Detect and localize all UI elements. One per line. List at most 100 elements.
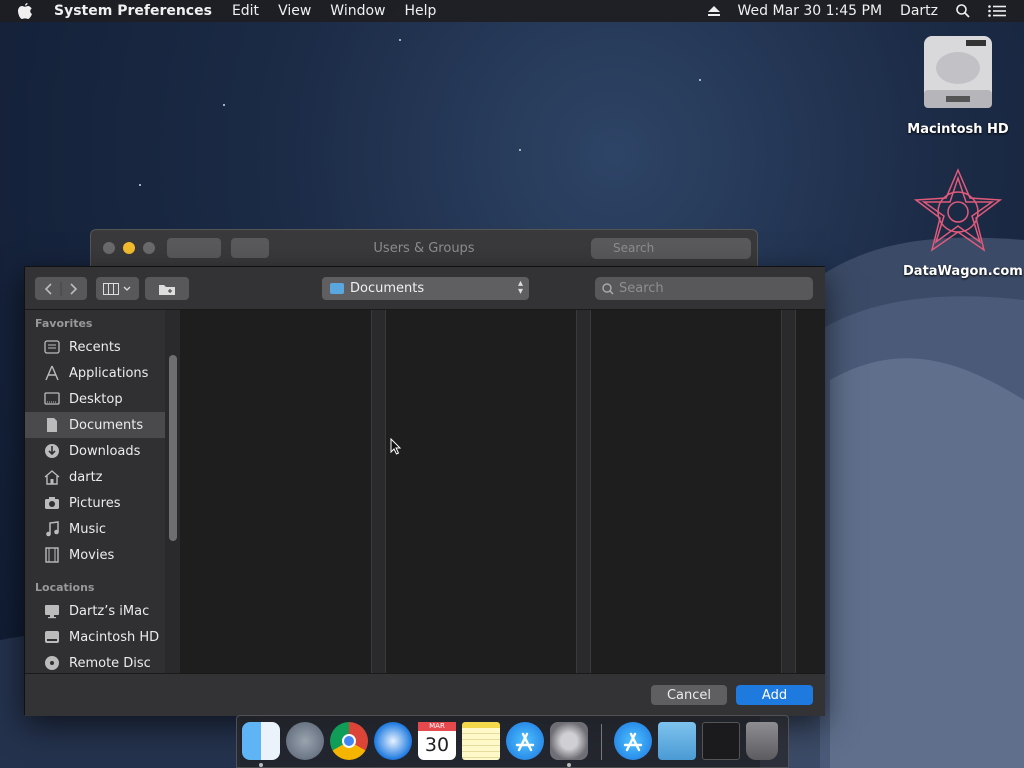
- menu-view[interactable]: View: [278, 3, 311, 19]
- dock-chrome-icon[interactable]: [330, 722, 368, 760]
- sidebar-item-applications[interactable]: Applications: [25, 360, 165, 386]
- sidebar-scrollbar[interactable]: [169, 355, 177, 541]
- cancel-button[interactable]: Cancel: [651, 685, 727, 705]
- download-icon: [43, 442, 61, 460]
- clock[interactable]: Wed Mar 30 1:45 PM: [738, 3, 883, 19]
- back-icon: [44, 282, 52, 295]
- calendar-day: 30: [424, 734, 450, 756]
- home-icon: [43, 468, 61, 486]
- desktop-icon-datawagon[interactable]: DataWagon.com: [903, 168, 1023, 279]
- dock-system-preferences-icon[interactable]: [550, 722, 588, 760]
- sidebar-item-label: Pictures: [69, 495, 121, 511]
- dock-calendar-icon[interactable]: MAR 30: [418, 722, 456, 760]
- spotlight-search-icon[interactable]: [956, 4, 970, 18]
- columns-view-icon: [102, 282, 130, 295]
- user-menu[interactable]: Dartz: [900, 3, 938, 19]
- favorites-header: Favorites: [35, 317, 93, 330]
- column-resize-handle[interactable]: [371, 310, 386, 673]
- desktop-icon-macintosh-hd[interactable]: Macintosh HD: [903, 32, 1013, 137]
- sidebar-item-pictures[interactable]: Pictures: [25, 490, 165, 516]
- datawagon-logo-icon: [913, 168, 1003, 252]
- disk-icon: [43, 628, 61, 646]
- file-column-browser: [180, 310, 825, 673]
- column-resize-handle[interactable]: [576, 310, 591, 673]
- browser-column-4[interactable]: [796, 310, 825, 673]
- dock-app-store-icon[interactable]: [506, 722, 544, 760]
- location-popup[interactable]: Documents ▴ ▾: [322, 277, 529, 300]
- browser-column-3[interactable]: [591, 310, 781, 673]
- add-button[interactable]: Add: [736, 685, 813, 705]
- notification-center-icon[interactable]: [988, 5, 1006, 17]
- open-panel-sheet: Documents ▴ ▾ Search Favorites Recents Ap…: [24, 266, 825, 716]
- dock: MAR 30: [236, 715, 789, 768]
- users-groups-window: Users & Groups Search: [90, 229, 758, 269]
- sidebar-item-dartz[interactable]: dartz: [25, 464, 165, 490]
- apple-menu-icon[interactable]: [18, 3, 38, 19]
- applications-icon: [43, 364, 61, 382]
- forward-icon: [70, 282, 78, 295]
- locations-header: Locations: [35, 581, 95, 594]
- sidebar-item-label: Applications: [69, 365, 149, 381]
- browser-column-2[interactable]: [386, 310, 576, 673]
- desktop-icon-label: DataWagon.com: [903, 264, 1023, 279]
- search-input[interactable]: Search: [595, 277, 813, 300]
- app-menu[interactable]: System Preferences: [54, 3, 212, 19]
- document-icon: [43, 416, 61, 434]
- preferences-search-field[interactable]: Search: [591, 238, 751, 259]
- search-placeholder: Search: [619, 281, 664, 296]
- open-panel-toolbar: Documents ▴ ▾ Search: [25, 267, 825, 310]
- sidebar: Favorites Recents Applications Desktop D…: [25, 310, 180, 673]
- running-indicator: [259, 763, 263, 767]
- browser-column-1[interactable]: [180, 310, 371, 673]
- menu-bar: System Preferences Edit View Window Help…: [0, 0, 1024, 22]
- imac-icon: [43, 602, 61, 620]
- search-icon: [602, 283, 614, 295]
- remote-disc-icon: [43, 654, 61, 672]
- sidebar-item-label: Macintosh HD: [69, 629, 160, 645]
- sidebar-item-label: Downloads: [69, 443, 141, 459]
- back-forward-nav[interactable]: [35, 277, 87, 300]
- sidebar-item-music[interactable]: Music: [25, 516, 165, 542]
- calendar-month: MAR: [418, 722, 456, 731]
- sidebar-item-label: Music: [69, 521, 106, 537]
- dock-finder-icon[interactable]: [242, 722, 280, 760]
- sidebar-item-label: Recents: [69, 339, 121, 355]
- dock-safari-icon[interactable]: [374, 722, 412, 760]
- mouse-cursor-icon: [390, 438, 402, 455]
- dock-app-store-downloads-icon[interactable]: [614, 722, 652, 760]
- running-indicator: [567, 763, 571, 767]
- menu-window[interactable]: Window: [330, 3, 385, 19]
- location-label: Documents: [350, 281, 425, 296]
- sidebar-item-label: Documents: [69, 417, 144, 433]
- sidebar-item-imac[interactable]: Dartz’s iMac: [25, 598, 165, 624]
- dock-trash-icon[interactable]: [746, 722, 778, 760]
- column-resize-handle[interactable]: [781, 310, 796, 673]
- menu-edit[interactable]: Edit: [232, 3, 259, 19]
- sidebar-item-movies[interactable]: Movies: [25, 542, 165, 568]
- sidebar-item-label: Desktop: [69, 391, 123, 407]
- view-mode-button[interactable]: [96, 277, 139, 300]
- eject-icon[interactable]: [707, 6, 720, 16]
- sidebar-item-macintosh-hd[interactable]: Macintosh HD: [25, 624, 165, 650]
- menu-help[interactable]: Help: [405, 3, 437, 19]
- chevron-updown-icon: ▴ ▾: [517, 278, 523, 297]
- desktop-icon-label: Macintosh HD: [907, 122, 1009, 137]
- music-note-icon: [43, 520, 61, 538]
- camera-icon: [43, 494, 61, 512]
- sidebar-item-recents[interactable]: Recents: [25, 334, 165, 360]
- open-panel-footer: Cancel Add: [25, 673, 825, 716]
- new-folder-icon: [159, 284, 175, 295]
- dock-screenshot-icon[interactable]: [702, 722, 740, 760]
- folder-icon: [330, 283, 344, 294]
- hard-drive-icon: [924, 36, 992, 108]
- sidebar-item-desktop[interactable]: Desktop: [25, 386, 165, 412]
- sidebar-item-documents[interactable]: Documents: [25, 412, 165, 438]
- sidebar-item-remote-disc[interactable]: Remote Disc: [25, 650, 165, 673]
- film-icon: [43, 546, 61, 564]
- sidebar-item-label: Movies: [69, 547, 115, 563]
- dock-notes-icon[interactable]: [462, 722, 500, 760]
- dock-launchpad-icon[interactable]: [286, 722, 324, 760]
- sidebar-item-downloads[interactable]: Downloads: [25, 438, 165, 464]
- new-folder-button[interactable]: [145, 277, 189, 300]
- dock-folder-icon[interactable]: [658, 722, 696, 760]
